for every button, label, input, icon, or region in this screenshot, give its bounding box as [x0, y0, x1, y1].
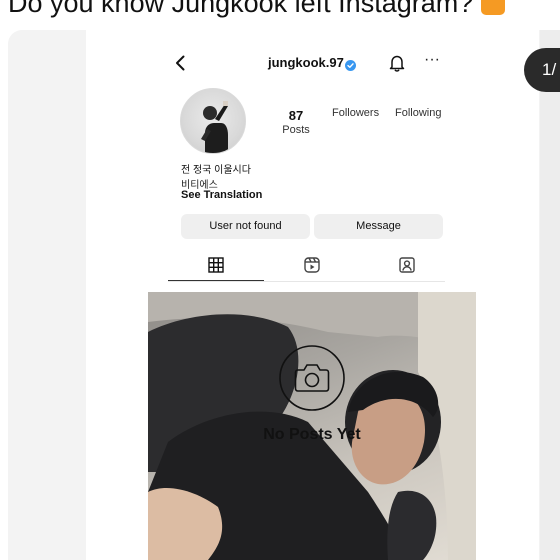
bio-name: 전 정국 이울시다: [181, 165, 251, 176]
chevron-left-icon[interactable]: [172, 54, 190, 72]
posts-stat: 87 Posts: [278, 108, 314, 136]
next-slide-preview[interactable]: [540, 30, 560, 560]
user-not-found-button[interactable]: User not found: [181, 214, 310, 239]
message-button[interactable]: Message: [314, 214, 443, 239]
profile-username: jungkook.97: [268, 55, 344, 70]
following-label[interactable]: Following: [395, 107, 441, 119]
tab-divider: [168, 281, 445, 282]
verified-badge-icon: [345, 58, 356, 71]
grid-icon[interactable]: [207, 256, 225, 274]
no-posts-text: No Posts Yet: [263, 426, 361, 443]
camera-icon: [278, 344, 346, 412]
caption-text: Do you know Jungkook left Instagram?: [8, 0, 474, 18]
post-caption: Do you know Jungkook left Instagram?: [8, 0, 560, 20]
active-tab-indicator: [168, 280, 264, 281]
tagged-icon[interactable]: [398, 256, 416, 274]
posts-count: 87: [288, 108, 304, 123]
followers-label[interactable]: Followers: [332, 107, 379, 119]
see-translation-link[interactable]: See Translation: [181, 189, 262, 201]
more-options-button[interactable]: ···: [424, 52, 444, 72]
orange-emoji-icon: [481, 0, 506, 15]
bell-icon[interactable]: [387, 53, 407, 73]
avatar[interactable]: [180, 88, 246, 154]
reels-icon[interactable]: [303, 256, 321, 274]
posts-label: Posts: [282, 124, 310, 136]
